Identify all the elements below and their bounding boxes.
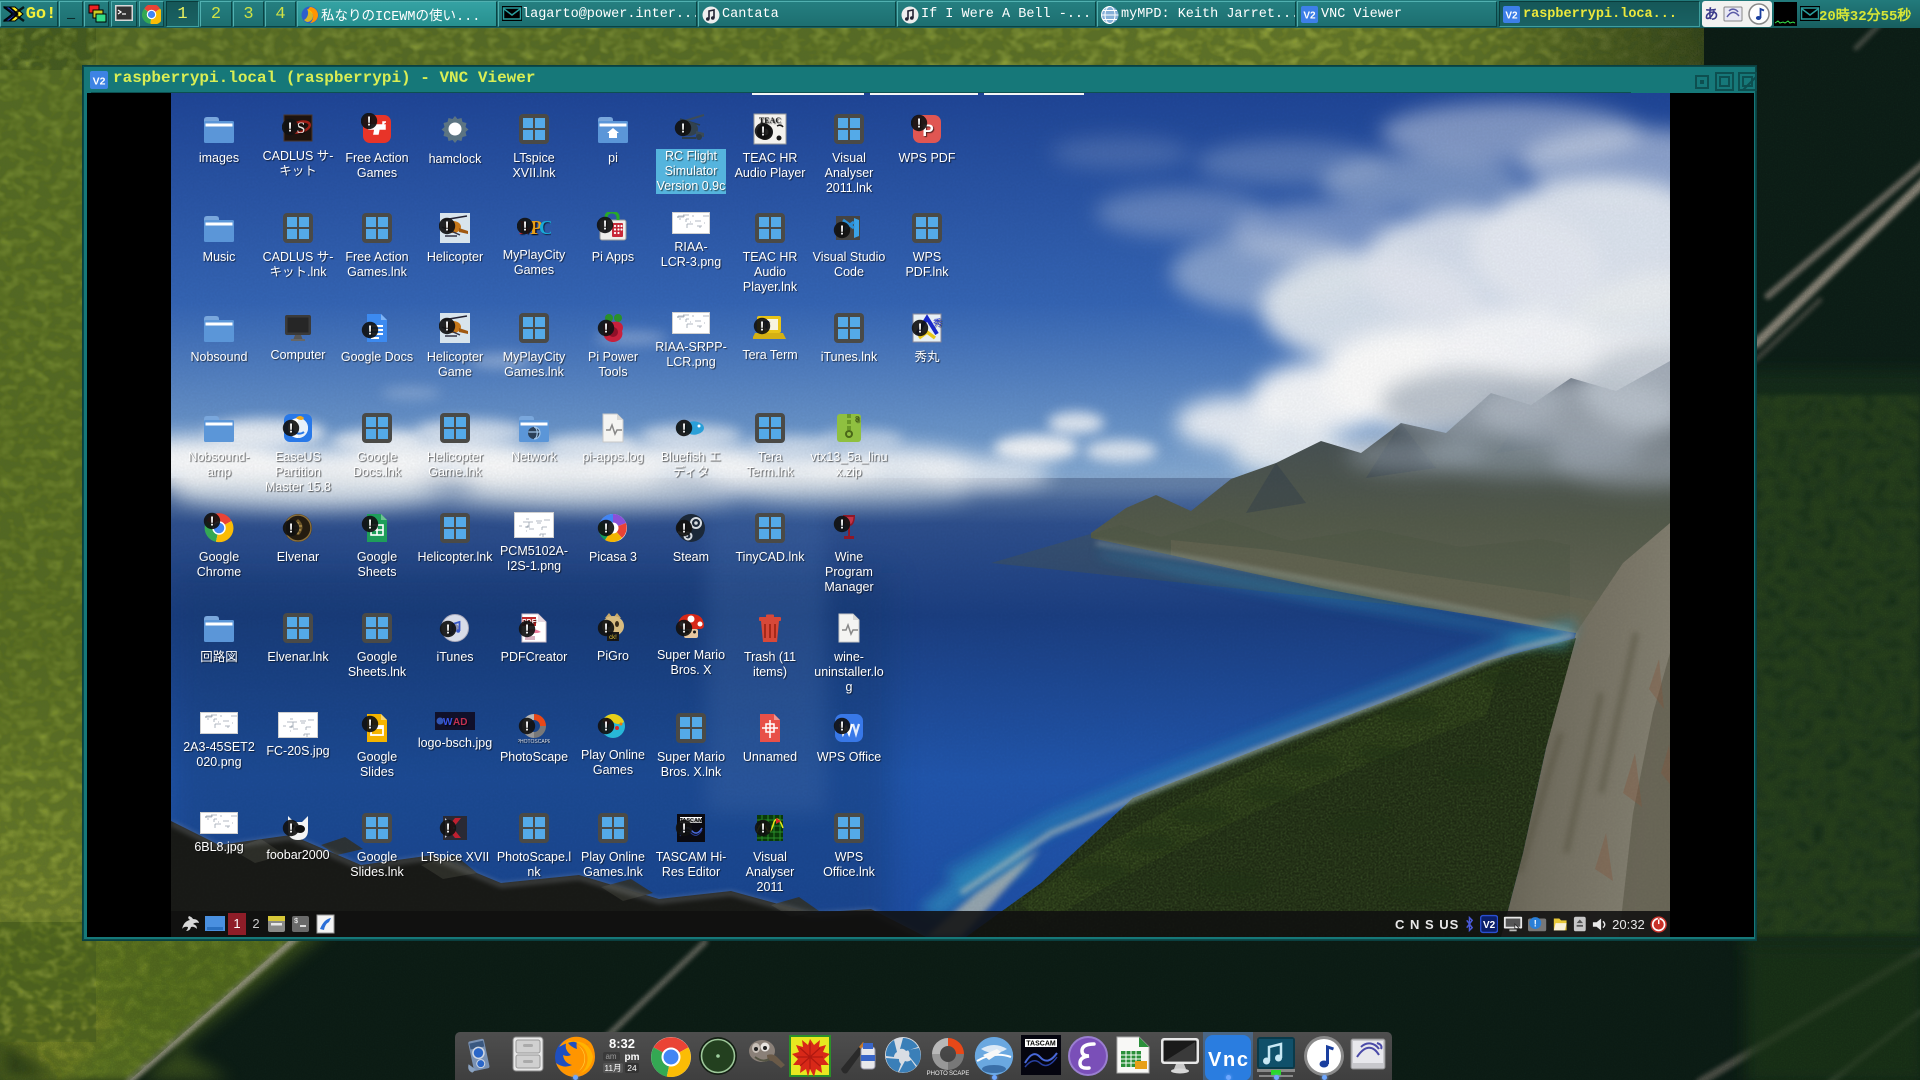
svg-text:!: ! bbox=[525, 718, 529, 733]
svg-text:!: ! bbox=[210, 513, 214, 528]
svg-text:8:32: 8:32 bbox=[609, 1036, 635, 1051]
svg-text:!: ! bbox=[840, 718, 844, 733]
svg-text:!: ! bbox=[682, 420, 686, 435]
svg-text:11月: 11月 bbox=[604, 1063, 621, 1073]
svg-text:C: C bbox=[539, 217, 551, 239]
svg-text:!: ! bbox=[445, 318, 449, 333]
svg-text:!: ! bbox=[603, 320, 607, 335]
svg-text:V2: V2 bbox=[1483, 920, 1496, 931]
svg-text:!: ! bbox=[289, 820, 293, 835]
svg-text:!: ! bbox=[1534, 919, 1537, 929]
svg-text:!: ! bbox=[604, 718, 608, 733]
svg-text:!: ! bbox=[918, 320, 922, 335]
svg-text:!: ! bbox=[289, 420, 293, 435]
svg-text:$: $ bbox=[294, 918, 298, 926]
svg-text:!: ! bbox=[603, 217, 607, 232]
svg-text:!: ! bbox=[523, 218, 527, 233]
svg-text:!: ! bbox=[761, 820, 765, 835]
svg-text:!: ! bbox=[445, 621, 449, 636]
svg-text:V2: V2 bbox=[1505, 11, 1518, 22]
svg-text:W: W bbox=[443, 717, 453, 728]
svg-text:!: ! bbox=[445, 218, 449, 233]
svg-text:!: ! bbox=[840, 222, 844, 237]
svg-text:PHOTO SCAPE: PHOTO SCAPE bbox=[927, 1071, 969, 1077]
svg-text:AD: AD bbox=[453, 717, 467, 728]
svg-text:PHOTOSCAPE: PHOTOSCAPE bbox=[518, 739, 550, 744]
svg-text:!: ! bbox=[289, 520, 293, 535]
svg-text:!: ! bbox=[604, 620, 608, 635]
svg-text:8: 8 bbox=[855, 415, 860, 424]
svg-text:!: ! bbox=[840, 516, 844, 531]
svg-text:秀: 秀 bbox=[933, 317, 942, 328]
svg-text:!: ! bbox=[367, 113, 371, 128]
svg-text:V2: V2 bbox=[1303, 11, 1316, 22]
svg-text:!: ! bbox=[446, 820, 450, 835]
svg-text:!: ! bbox=[604, 520, 608, 535]
svg-text:!: ! bbox=[368, 516, 372, 531]
svg-text:pm: pm bbox=[625, 1052, 640, 1063]
svg-text:!: ! bbox=[682, 520, 686, 535]
svg-text:!: ! bbox=[760, 318, 764, 333]
svg-text:!: ! bbox=[682, 820, 686, 835]
svg-text:24: 24 bbox=[627, 1063, 637, 1073]
svg-text:V2: V2 bbox=[93, 76, 106, 88]
svg-text:TASCAM: TASCAM bbox=[1026, 1041, 1056, 1048]
svg-text:!: ! bbox=[917, 115, 921, 130]
svg-text:!: ! bbox=[368, 322, 372, 337]
svg-text:am: am bbox=[605, 1052, 616, 1061]
svg-text:V n c: V n c bbox=[1208, 1049, 1248, 1071]
svg-text:!: ! bbox=[288, 119, 292, 134]
svg-text:!: ! bbox=[368, 716, 372, 731]
svg-text:!: ! bbox=[761, 123, 765, 138]
svg-text:!: ! bbox=[682, 620, 686, 635]
svg-text:ck!: ck! bbox=[609, 635, 617, 641]
svg-text:!: ! bbox=[525, 621, 529, 636]
svg-text:!: ! bbox=[681, 120, 685, 135]
